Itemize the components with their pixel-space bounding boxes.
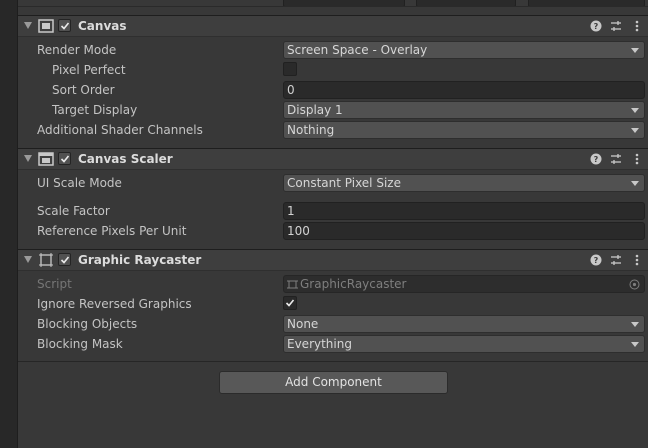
script-object-field: GraphicRaycaster xyxy=(283,275,645,293)
property-label: Sort Order xyxy=(52,83,115,97)
property-label: Blocking Objects xyxy=(37,317,138,331)
shader-channels-row: Additional Shader Channels Nothing xyxy=(18,120,648,140)
property-label: Reference Pixels Per Unit xyxy=(37,224,187,238)
divider xyxy=(18,361,648,362)
reference-pixels-field[interactable]: 100 xyxy=(283,222,645,240)
scale-factor-field[interactable]: 1 xyxy=(283,202,645,220)
add-component-button[interactable]: Add Component xyxy=(219,371,448,394)
kebab-menu-icon[interactable] xyxy=(630,253,644,267)
property-label: Scale Factor xyxy=(37,204,110,218)
foldout-arrow-icon[interactable] xyxy=(24,256,32,263)
clipped-transform-row xyxy=(18,0,648,7)
dropdown-arrow-icon xyxy=(631,128,639,133)
field-value: 0 xyxy=(287,83,295,97)
presets-icon[interactable] xyxy=(609,19,623,33)
pixel-perfect-checkbox[interactable] xyxy=(283,62,297,76)
ui-scale-mode-dropdown[interactable]: Constant Pixel Size xyxy=(283,174,645,192)
script-name: GraphicRaycaster xyxy=(300,277,407,291)
script-icon xyxy=(287,279,298,290)
property-label: Ignore Reversed Graphics xyxy=(37,297,192,311)
dropdown-arrow-icon xyxy=(631,181,639,186)
inspector-panel: Canvas ? Render Mode Screen Space - Over… xyxy=(18,0,648,448)
blocking-objects-dropdown[interactable]: None xyxy=(283,315,645,333)
dropdown-value: None xyxy=(287,317,319,331)
svg-text:?: ? xyxy=(594,22,599,31)
kebab-menu-icon[interactable] xyxy=(630,152,644,166)
dropdown-arrow-icon xyxy=(631,48,639,53)
help-icon[interactable]: ? xyxy=(589,253,603,267)
blocking-mask-dropdown[interactable]: Everything xyxy=(283,335,645,353)
dropdown-arrow-icon xyxy=(631,322,639,327)
component-title: Graphic Raycaster xyxy=(78,253,202,267)
pixel-perfect-row: Pixel Perfect xyxy=(18,60,648,80)
clipped-field xyxy=(416,0,516,6)
canvas-scaler-enabled-checkbox[interactable] xyxy=(58,152,71,165)
sort-order-field[interactable]: 0 xyxy=(283,81,645,99)
dropdown-arrow-icon xyxy=(631,342,639,347)
kebab-menu-icon[interactable] xyxy=(630,19,644,33)
canvas-component-icon xyxy=(38,19,54,33)
render-mode-row: Render Mode Screen Space - Overlay xyxy=(18,40,648,60)
graphic-raycaster-component-icon xyxy=(38,253,54,267)
sort-order-row: Sort Order 0 xyxy=(18,80,648,100)
component-title: Canvas xyxy=(78,19,127,33)
help-icon[interactable]: ? xyxy=(589,152,603,166)
dropdown-value: Nothing xyxy=(287,123,335,137)
property-label: Additional Shader Channels xyxy=(37,123,203,137)
script-row: Script GraphicRaycaster xyxy=(18,274,648,294)
presets-icon[interactable] xyxy=(609,152,623,166)
dropdown-value: Everything xyxy=(287,337,352,351)
field-value: 100 xyxy=(287,224,310,238)
canvas-enabled-checkbox[interactable] xyxy=(58,19,71,32)
canvas-scaler-component-icon xyxy=(38,152,54,166)
render-mode-dropdown[interactable]: Screen Space - Overlay xyxy=(283,41,645,59)
field-value: 1 xyxy=(287,204,295,218)
dropdown-arrow-icon xyxy=(631,108,639,113)
canvas-component-header[interactable]: Canvas ? xyxy=(18,15,648,37)
dropdown-value: Constant Pixel Size xyxy=(287,176,401,190)
graphic-raycaster-enabled-checkbox[interactable] xyxy=(58,253,71,266)
property-label: Script xyxy=(37,277,72,291)
ignore-reversed-checkbox[interactable] xyxy=(283,296,297,310)
shader-channels-dropdown[interactable]: Nothing xyxy=(283,121,645,139)
reference-pixels-row: Reference Pixels Per Unit 100 xyxy=(18,221,648,241)
dropdown-value: Display 1 xyxy=(287,103,343,117)
property-label: UI Scale Mode xyxy=(37,176,122,190)
ui-scale-mode-row: UI Scale Mode Constant Pixel Size xyxy=(18,173,648,193)
property-label: Target Display xyxy=(52,103,138,117)
presets-icon[interactable] xyxy=(609,253,623,267)
canvas-scaler-component-header[interactable]: Canvas Scaler ? xyxy=(18,148,648,170)
scale-factor-row: Scale Factor 1 xyxy=(18,201,648,221)
foldout-arrow-icon[interactable] xyxy=(24,155,32,162)
target-display-dropdown[interactable]: Display 1 xyxy=(283,101,645,119)
foldout-arrow-icon[interactable] xyxy=(24,22,32,29)
object-picker-icon xyxy=(629,279,640,290)
blocking-mask-row: Blocking Mask Everything xyxy=(18,334,648,354)
svg-text:?: ? xyxy=(594,256,599,265)
component-title: Canvas Scaler xyxy=(78,152,173,166)
property-label: Pixel Perfect xyxy=(52,63,126,77)
property-label: Render Mode xyxy=(37,43,117,57)
svg-text:?: ? xyxy=(594,155,599,164)
clipped-field xyxy=(528,0,645,6)
property-label: Blocking Mask xyxy=(37,337,123,351)
blocking-objects-row: Blocking Objects None xyxy=(18,314,648,334)
ignore-reversed-row: Ignore Reversed Graphics xyxy=(18,294,648,314)
target-display-row: Target Display Display 1 xyxy=(18,100,648,120)
left-panel-edge xyxy=(0,0,18,448)
clipped-field xyxy=(283,0,405,6)
graphic-raycaster-component-header[interactable]: Graphic Raycaster ? xyxy=(18,249,648,271)
dropdown-value: Screen Space - Overlay xyxy=(287,43,428,57)
help-icon[interactable]: ? xyxy=(589,19,603,33)
